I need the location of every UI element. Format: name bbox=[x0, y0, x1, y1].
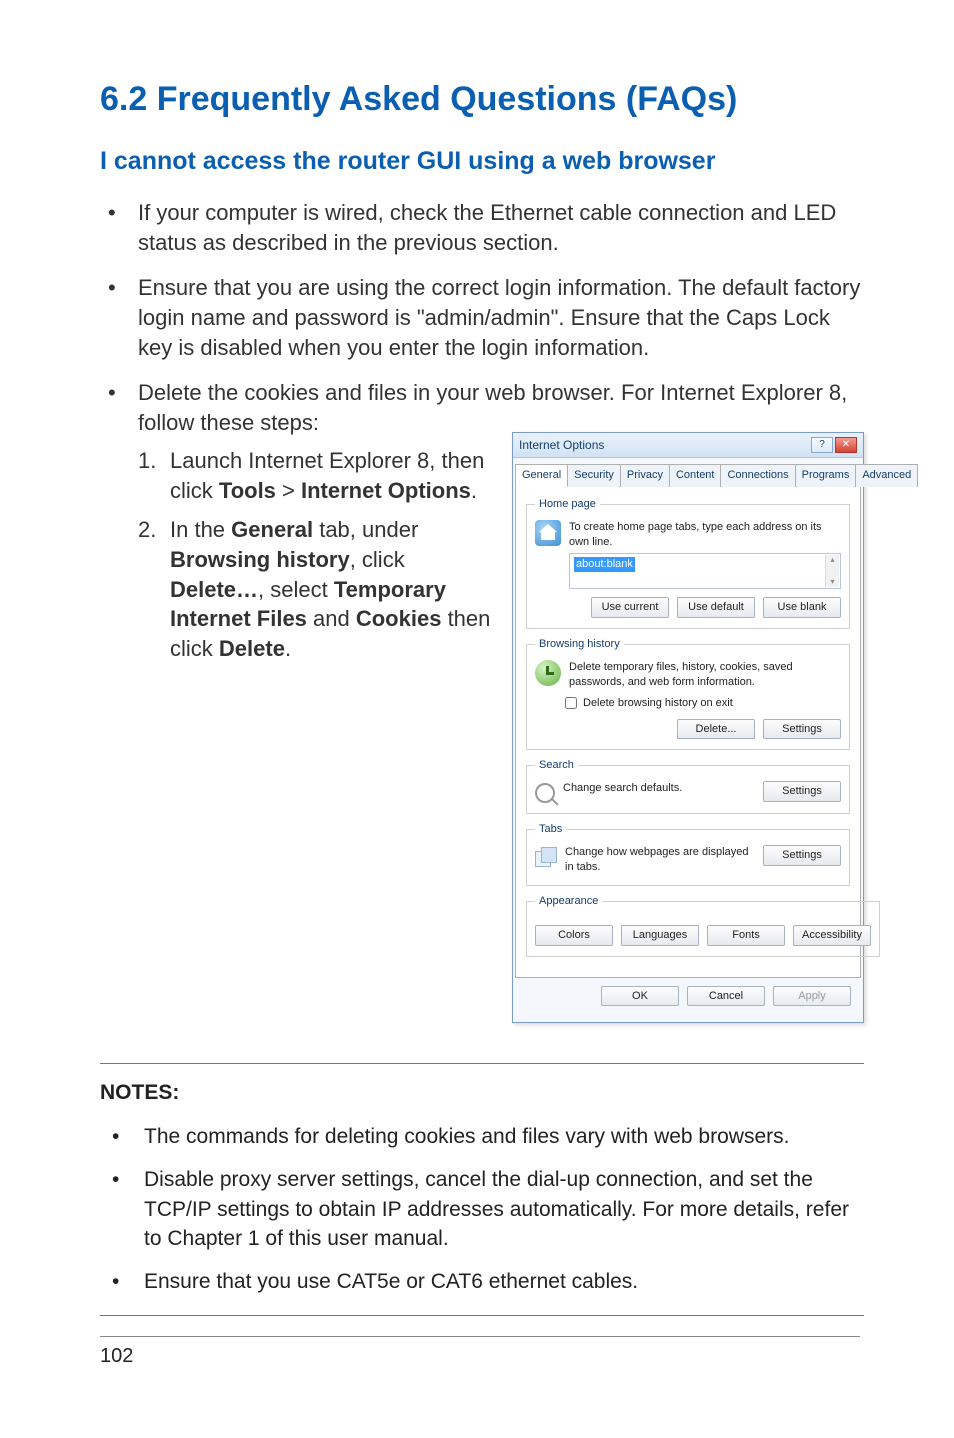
step-bold: Delete bbox=[219, 636, 285, 661]
homepage-url-value: about:blank bbox=[574, 557, 635, 572]
languages-button[interactable]: Languages bbox=[621, 925, 699, 946]
search-settings-button[interactable]: Settings bbox=[763, 781, 841, 802]
step-bold: Delete… bbox=[170, 577, 258, 602]
history-settings-button[interactable]: Settings bbox=[763, 719, 841, 740]
tab-programs[interactable]: Programs bbox=[795, 464, 857, 487]
colors-button[interactable]: Colors bbox=[535, 925, 613, 946]
step-text: In the bbox=[170, 517, 231, 542]
bullet-item: Ensure that you are using the correct lo… bbox=[100, 273, 864, 362]
group-legend: Tabs bbox=[535, 822, 566, 837]
delete-on-exit-checkbox[interactable]: Delete browsing history on exit bbox=[565, 696, 841, 711]
use-blank-button[interactable]: Use blank bbox=[763, 597, 841, 618]
step-bold: General bbox=[231, 517, 313, 542]
ok-button[interactable]: OK bbox=[601, 986, 679, 1007]
use-current-button[interactable]: Use current bbox=[591, 597, 669, 618]
fonts-button[interactable]: Fonts bbox=[707, 925, 785, 946]
homepage-group: Home page To create home page tabs, type… bbox=[526, 497, 850, 629]
notes-box: NOTES: The commands for deleting cookies… bbox=[100, 1063, 864, 1315]
apply-button[interactable]: Apply bbox=[773, 986, 851, 1007]
checkbox-label: Delete browsing history on exit bbox=[583, 696, 733, 711]
tabs-group: Tabs Change how webpages are displayed i… bbox=[526, 822, 850, 886]
step-text: tab, under bbox=[313, 517, 418, 542]
note-item: The commands for deleting cookies and fi… bbox=[100, 1122, 864, 1151]
bullet-item: If your computer is wired, check the Eth… bbox=[100, 198, 864, 257]
homepage-url-input[interactable]: about:blank bbox=[569, 553, 841, 589]
group-legend: Search bbox=[535, 758, 578, 773]
group-legend: Appearance bbox=[535, 894, 602, 909]
section-heading: 6.2 Frequently Asked Questions (FAQs) bbox=[100, 80, 864, 119]
tab-content[interactable]: Content bbox=[669, 464, 722, 487]
close-button[interactable]: ✕ bbox=[835, 437, 857, 453]
page-number: 102 bbox=[100, 1336, 860, 1368]
step-text: . bbox=[471, 478, 477, 503]
step-text: . bbox=[285, 636, 291, 661]
step-text: , select bbox=[258, 577, 334, 602]
step-text: , click bbox=[350, 547, 405, 572]
help-button[interactable]: ? bbox=[811, 437, 833, 453]
group-legend: Home page bbox=[535, 497, 600, 512]
tab-advanced[interactable]: Advanced bbox=[855, 464, 918, 487]
tabs-icon bbox=[535, 847, 557, 867]
tab-security[interactable]: Security bbox=[567, 464, 621, 487]
dialog-title: Internet Options bbox=[519, 437, 604, 453]
step-bold: Browsing history bbox=[170, 547, 350, 572]
history-text: Delete temporary files, history, cookies… bbox=[569, 660, 841, 690]
step-text: > bbox=[276, 478, 301, 503]
home-icon bbox=[535, 520, 561, 546]
search-text: Change search defaults. bbox=[563, 781, 755, 796]
step-item: 2. In the General tab, under Browsing hi… bbox=[138, 515, 494, 663]
history-icon bbox=[535, 660, 561, 686]
checkbox-input[interactable] bbox=[565, 697, 577, 709]
step-bold: Tools bbox=[219, 478, 276, 503]
tab-privacy[interactable]: Privacy bbox=[620, 464, 670, 487]
note-item: Ensure that you use CAT5e or CAT6 ethern… bbox=[100, 1267, 864, 1296]
homepage-text: To create home page tabs, type each addr… bbox=[569, 520, 841, 550]
notes-label: NOTES: bbox=[100, 1078, 864, 1107]
cancel-button[interactable]: Cancel bbox=[687, 986, 765, 1007]
tab-connections[interactable]: Connections bbox=[720, 464, 795, 487]
sub-heading: I cannot access the router GUI using a w… bbox=[100, 147, 864, 176]
appearance-group: Appearance Colors Languages Fonts Access… bbox=[526, 894, 880, 957]
delete-button[interactable]: Delete... bbox=[677, 719, 755, 740]
step-text: and bbox=[307, 606, 356, 631]
bullet-item: Delete the cookies and files in your web… bbox=[100, 378, 864, 1023]
bullet-text: Delete the cookies and files in your web… bbox=[138, 380, 847, 435]
search-group: Search Change search defaults. Settings bbox=[526, 758, 850, 814]
accessibility-button[interactable]: Accessibility bbox=[793, 925, 871, 946]
use-default-button[interactable]: Use default bbox=[677, 597, 755, 618]
tab-general[interactable]: General bbox=[515, 464, 568, 487]
browsing-history-group: Browsing history Delete temporary files,… bbox=[526, 637, 850, 750]
internet-options-dialog: Internet Options ? ✕ General Security Pr… bbox=[512, 432, 864, 1024]
step-bold: Internet Options bbox=[301, 478, 471, 503]
tabs-text: Change how webpages are displayed in tab… bbox=[565, 845, 755, 875]
tabs-settings-button[interactable]: Settings bbox=[763, 845, 841, 866]
step-bold: Cookies bbox=[356, 606, 442, 631]
scrollbar[interactable] bbox=[825, 555, 839, 587]
search-icon bbox=[535, 783, 555, 803]
note-item: Disable proxy server settings, cancel th… bbox=[100, 1165, 864, 1253]
step-item: 1. Launch Internet Explorer 8, then clic… bbox=[138, 446, 494, 505]
group-legend: Browsing history bbox=[535, 637, 624, 652]
